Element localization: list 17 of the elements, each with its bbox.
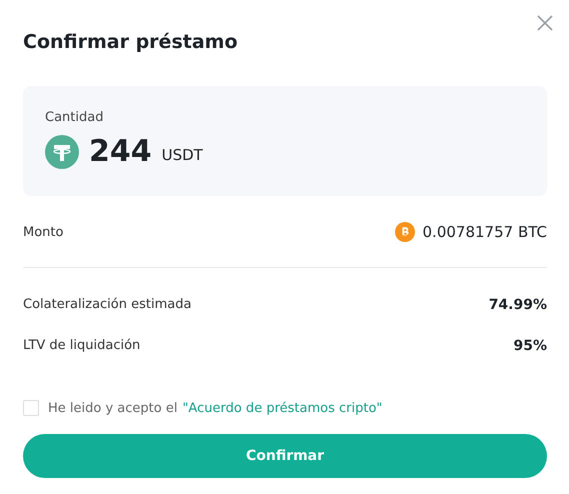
amount-row-value: 0.00781757 BTC bbox=[422, 223, 547, 241]
tether-coin-icon bbox=[45, 135, 79, 169]
confirm-button[interactable]: Confirmar bbox=[23, 434, 547, 478]
agreement-link[interactable]: "Acuerdo de préstamos cripto" bbox=[182, 400, 382, 416]
close-icon[interactable] bbox=[537, 15, 553, 31]
detail-label: LTV de liquidación bbox=[23, 338, 140, 353]
dialog-title: Confirmar préstamo bbox=[23, 31, 238, 53]
amount-label: Cantidad bbox=[45, 110, 104, 125]
detail-value: 95% bbox=[513, 338, 547, 354]
amount-row-label: Monto bbox=[23, 224, 64, 240]
agreement-text: He leido y acepto el bbox=[48, 400, 178, 416]
currency-label: USDT bbox=[162, 146, 203, 164]
detail-value: 74.99% bbox=[488, 296, 547, 312]
agreement-checkbox[interactable] bbox=[23, 400, 39, 416]
detail-label: Colateralización estimada bbox=[23, 297, 192, 312]
amount-value: 244 bbox=[89, 137, 152, 167]
bitcoin-coin-icon bbox=[394, 222, 415, 242]
